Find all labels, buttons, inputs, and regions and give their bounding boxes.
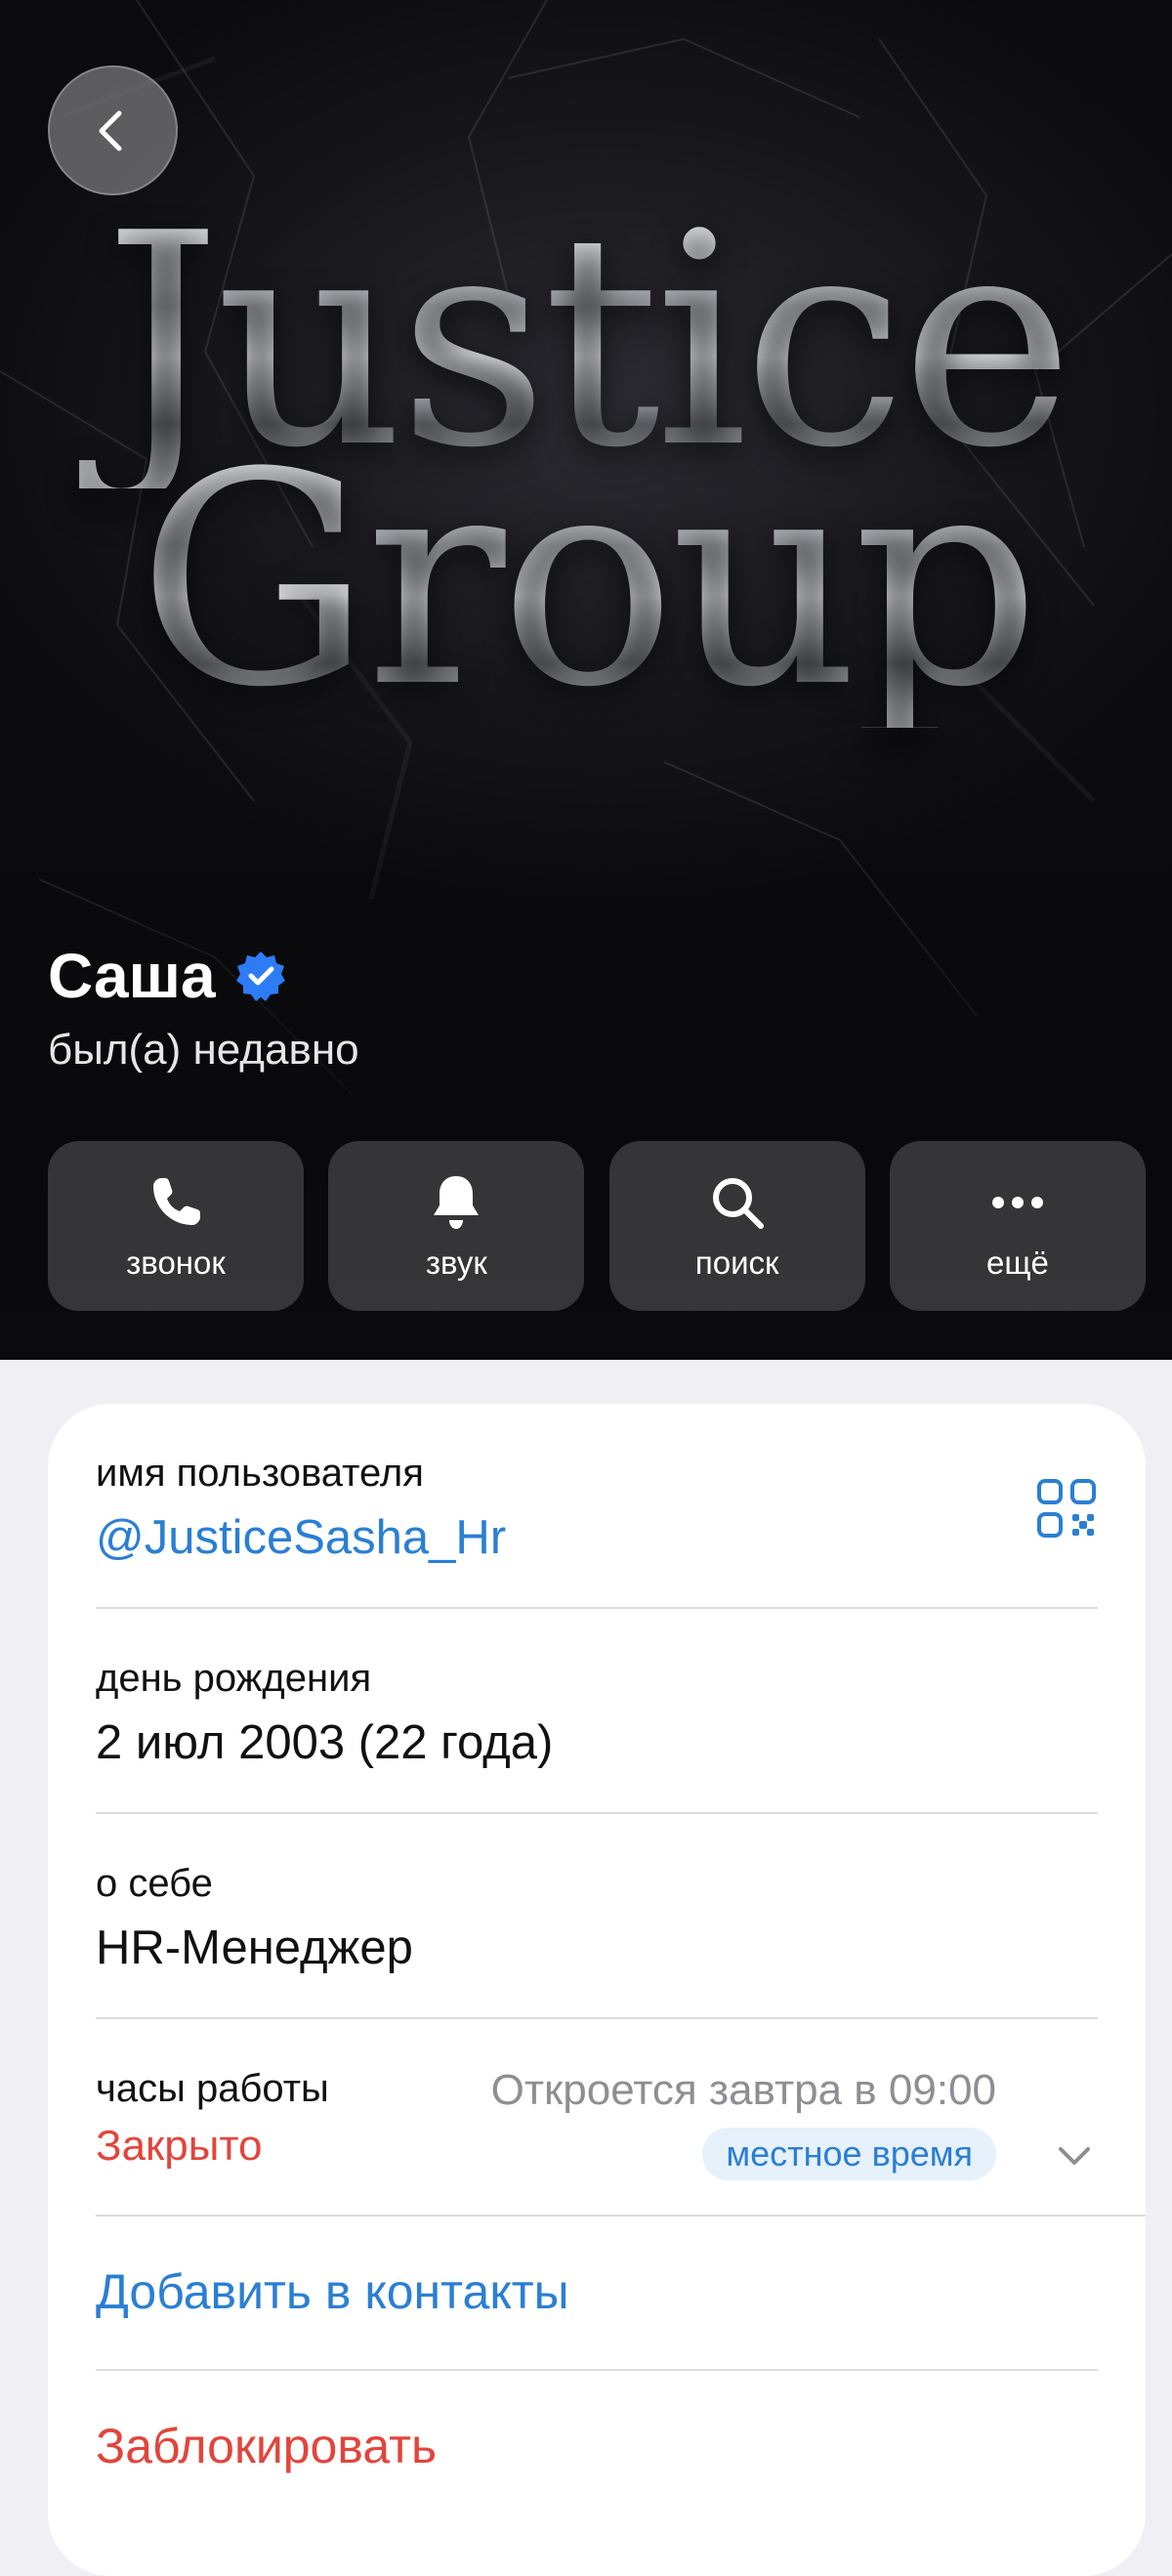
about-row: о себе HR-Менеджер [96,1861,1098,1977]
more-label: ещё [986,1245,1049,1281]
local-time-toggle[interactable]: местное время [702,2128,996,2180]
divider [96,2369,1098,2371]
add-to-contacts-button[interactable]: Добавить в контакты [96,2263,1098,2320]
mute-button[interactable]: звук [328,1141,585,1311]
profile-name-row: Саша [48,940,288,1012]
qr-code-icon [1037,1479,1096,1538]
username-value[interactable]: @JusticeSasha_Hr [96,1509,1098,1567]
divider [96,1607,1098,1609]
bell-icon [434,1176,480,1229]
divider [96,1812,1098,1814]
info-card: имя пользователя @JusticeSasha_Hr день р… [48,1404,1146,2576]
about-label: о себе [96,1862,213,1905]
phone-icon [153,1178,200,1225]
profile-status: был(а) недавно [48,1026,359,1074]
more-button[interactable]: ещё [889,1141,1146,1311]
call-button[interactable]: звонок [48,1141,304,1311]
birthday-row: день рождения 2 июл 2003 (22 года) [96,1656,1098,1772]
birthday-value: 2 июл 2003 (22 года) [96,1716,554,1769]
block-button[interactable]: Заблокировать [96,2418,1098,2474]
verified-badge-icon [235,951,285,1001]
working-hours-row[interactable]: часы работы Закрыто Откроется завтра в 0… [96,2066,1098,2193]
action-bar: звонок звук поиск ещё [48,1141,1146,1311]
search-icon [712,1178,764,1229]
divider [96,2215,1146,2217]
username-row[interactable]: имя пользователя @JusticeSasha_Hr [96,1451,1098,1567]
working-hours-next-open: Откроется завтра в 09:00 [490,2066,996,2114]
search-label: поиск [694,1245,779,1281]
divider [96,2017,1098,2019]
username-label: имя пользователя [96,1452,424,1495]
logo-line-2: Group [0,435,1172,728]
search-button[interactable]: поиск [608,1141,865,1311]
about-value: HR-Менеджер [96,1921,413,1974]
chevron-left-icon [99,110,121,150]
more-icon [991,1197,1043,1208]
profile-name: Саша [48,941,216,1011]
back-button[interactable] [48,65,178,195]
mute-label: звук [425,1245,487,1281]
chevron-down-icon[interactable] [1051,2133,1098,2179]
birthday-label: день рождения [96,1657,372,1700]
qr-code-button[interactable] [1035,1477,1098,1540]
call-label: звонок [126,1245,226,1281]
